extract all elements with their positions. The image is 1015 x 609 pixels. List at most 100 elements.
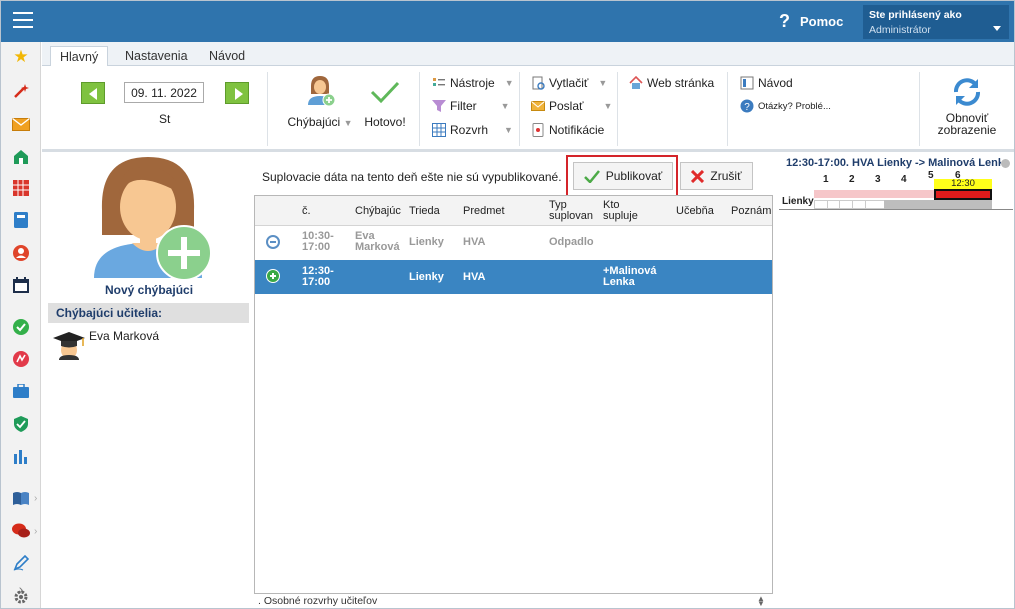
tab-guide[interactable]: Návod [200,46,254,67]
absent-teacher-item[interactable]: Eva Marková [89,329,159,343]
left-sidebar: ★ › › › [1,42,41,608]
column-header-absent[interactable]: Chýbajúc [355,206,401,217]
gear-icon[interactable] [12,588,30,606]
notifications-button[interactable]: Notifikácie [531,123,604,137]
checkmark-icon [583,169,600,183]
book-icon[interactable] [12,211,30,229]
row-subject: HVA [463,236,486,248]
column-header-subject[interactable]: Predmet [463,206,505,217]
user-line2: Administrátor [869,24,931,36]
shield-icon[interactable] [12,415,30,433]
column-header-substitute[interactable]: Kto supluje [603,200,638,222]
chevron-down-icon [993,26,1001,31]
refresh-label-2: zobrazenie [937,123,997,137]
questions-label: Otázky? Problé... [758,100,831,112]
filter-menu[interactable]: Filter ▼ [432,99,510,113]
close-icon[interactable] [1001,159,1010,168]
chevron-right-icon: › [34,493,38,504]
plus-circle-icon[interactable] [266,269,280,283]
magic-wand-icon[interactable] [12,82,30,100]
mail-icon[interactable] [12,115,30,133]
minus-circle-icon[interactable] [266,235,280,249]
user-menu[interactable]: Ste prihlásený ako Administrátor [863,5,1009,39]
envelope-icon [531,101,545,111]
tab-settings[interactable]: Nastavenia [116,46,197,67]
tools-label: Nástroje [450,76,495,90]
row-time: 12:30- 17:00 [302,266,334,288]
done-button[interactable]: Hotovo! [360,80,410,129]
bar-chart-icon[interactable] [12,447,30,465]
school-icon[interactable] [12,148,30,166]
row-substitute-last: Lenka [603,276,635,288]
timeline-time-label: 12:30 [934,179,992,189]
menu-icon[interactable] [13,12,33,28]
guide-button[interactable]: Návod [740,76,793,90]
column-header-note[interactable]: Poznáml [731,206,772,217]
filter-label: Filter [450,99,477,113]
grid-icon [432,123,446,137]
dropdown-arrow-icon: ▼ [343,118,353,128]
timeline-row-label: Lienky [782,196,814,207]
new-absent-label[interactable]: Nový chýbajúci [105,283,193,297]
top-bar: ? Pomoc Ste prihlásený ako Administrátor [1,1,1014,42]
divider [919,72,920,146]
question-circle-icon: ? [740,99,754,113]
notifications-label: Notifikácie [549,123,605,137]
user-line1: Ste prihlásený ako [869,9,962,21]
help-link[interactable]: ? Pomoc [779,11,843,32]
period-number: 3 [875,174,881,185]
dropdown-arrow-icon: ▼ [504,125,513,135]
dropdown-arrow-icon: ▼ [500,101,510,111]
send-menu[interactable]: Poslať ▼ [531,99,612,113]
cancel-button[interactable]: Zrušiť [680,162,753,190]
open-book-icon[interactable] [12,489,30,507]
row-time-end: 17:00 [302,276,331,288]
guide-icon [740,76,754,90]
check-circle-icon[interactable] [12,318,30,336]
chat-icon[interactable] [12,522,30,540]
row-class: Lienky [409,236,444,248]
new-absent-avatar-icon[interactable] [90,155,214,282]
absent-button[interactable]: Chýbajúci ▼ [285,74,355,129]
help-label: Pomoc [800,14,844,29]
teacher-icon[interactable] [12,244,30,262]
star-icon[interactable]: ★ [12,47,30,66]
column-header-type[interactable]: Typ suplovan [549,200,593,222]
absent-teachers-header: Chýbajúci učitelia: [48,303,249,323]
tools-menu[interactable]: Nástroje ▼ [432,76,514,90]
row-time: 10:30- 17:00 [302,231,334,253]
timeline-substitution-block[interactable] [934,189,992,200]
publish-notice: Suplovacie dáta na tento deň ešte nie sú… [262,170,562,184]
print-icon [532,76,545,90]
dropdown-arrow-icon: ▼ [598,78,608,88]
column-header-room[interactable]: Učebňa [676,206,714,217]
timetable-icon[interactable] [12,179,30,197]
absent-panel: Nový chýbajúci Chýbajúci učitelia: Eva M… [48,153,249,608]
grades-icon[interactable] [12,350,30,368]
date-input[interactable]: 09. 11. 2022 [124,82,204,103]
teacher-schedules-bar[interactable]: . Osobné rozvrhy učiteľov [254,595,773,608]
timeline-divider [779,209,1013,210]
question-icon: ? [779,11,790,31]
table-row[interactable]: 12:30- 17:00 Lienky HVA +Malinová Lenka [255,260,772,294]
pen-icon[interactable] [12,554,30,572]
column-header-class[interactable]: Trieda [409,206,440,217]
questions-link[interactable]: ? Otázky? Problé... [740,99,831,113]
calendar-icon[interactable] [12,276,30,294]
column-header-number[interactable]: č. [302,206,311,217]
publish-button[interactable]: Publikovať [573,162,673,190]
schedule-menu[interactable]: Rozvrh ▼ [432,123,513,137]
resize-arrows-icon[interactable]: ▲ ▼ [757,595,765,608]
period-number: 4 [901,174,907,185]
table-row[interactable]: 10:30- 17:00 Eva Marková Lienky HVA Odpadl… [255,226,772,260]
website-button[interactable]: Web stránka [629,76,714,90]
refresh-button[interactable]: Obnoviť zobrazenie [932,75,1002,136]
tab-main[interactable]: Hlavný [50,46,109,67]
print-menu[interactable]: Vytlačiť ▼ [531,76,607,90]
briefcase-icon[interactable] [12,382,30,400]
period-number: 5 [928,170,934,181]
previous-day-button[interactable] [81,82,105,104]
next-day-button[interactable] [225,82,249,104]
row-absent: Eva Marková [355,231,400,253]
send-label: Poslať [549,99,584,113]
